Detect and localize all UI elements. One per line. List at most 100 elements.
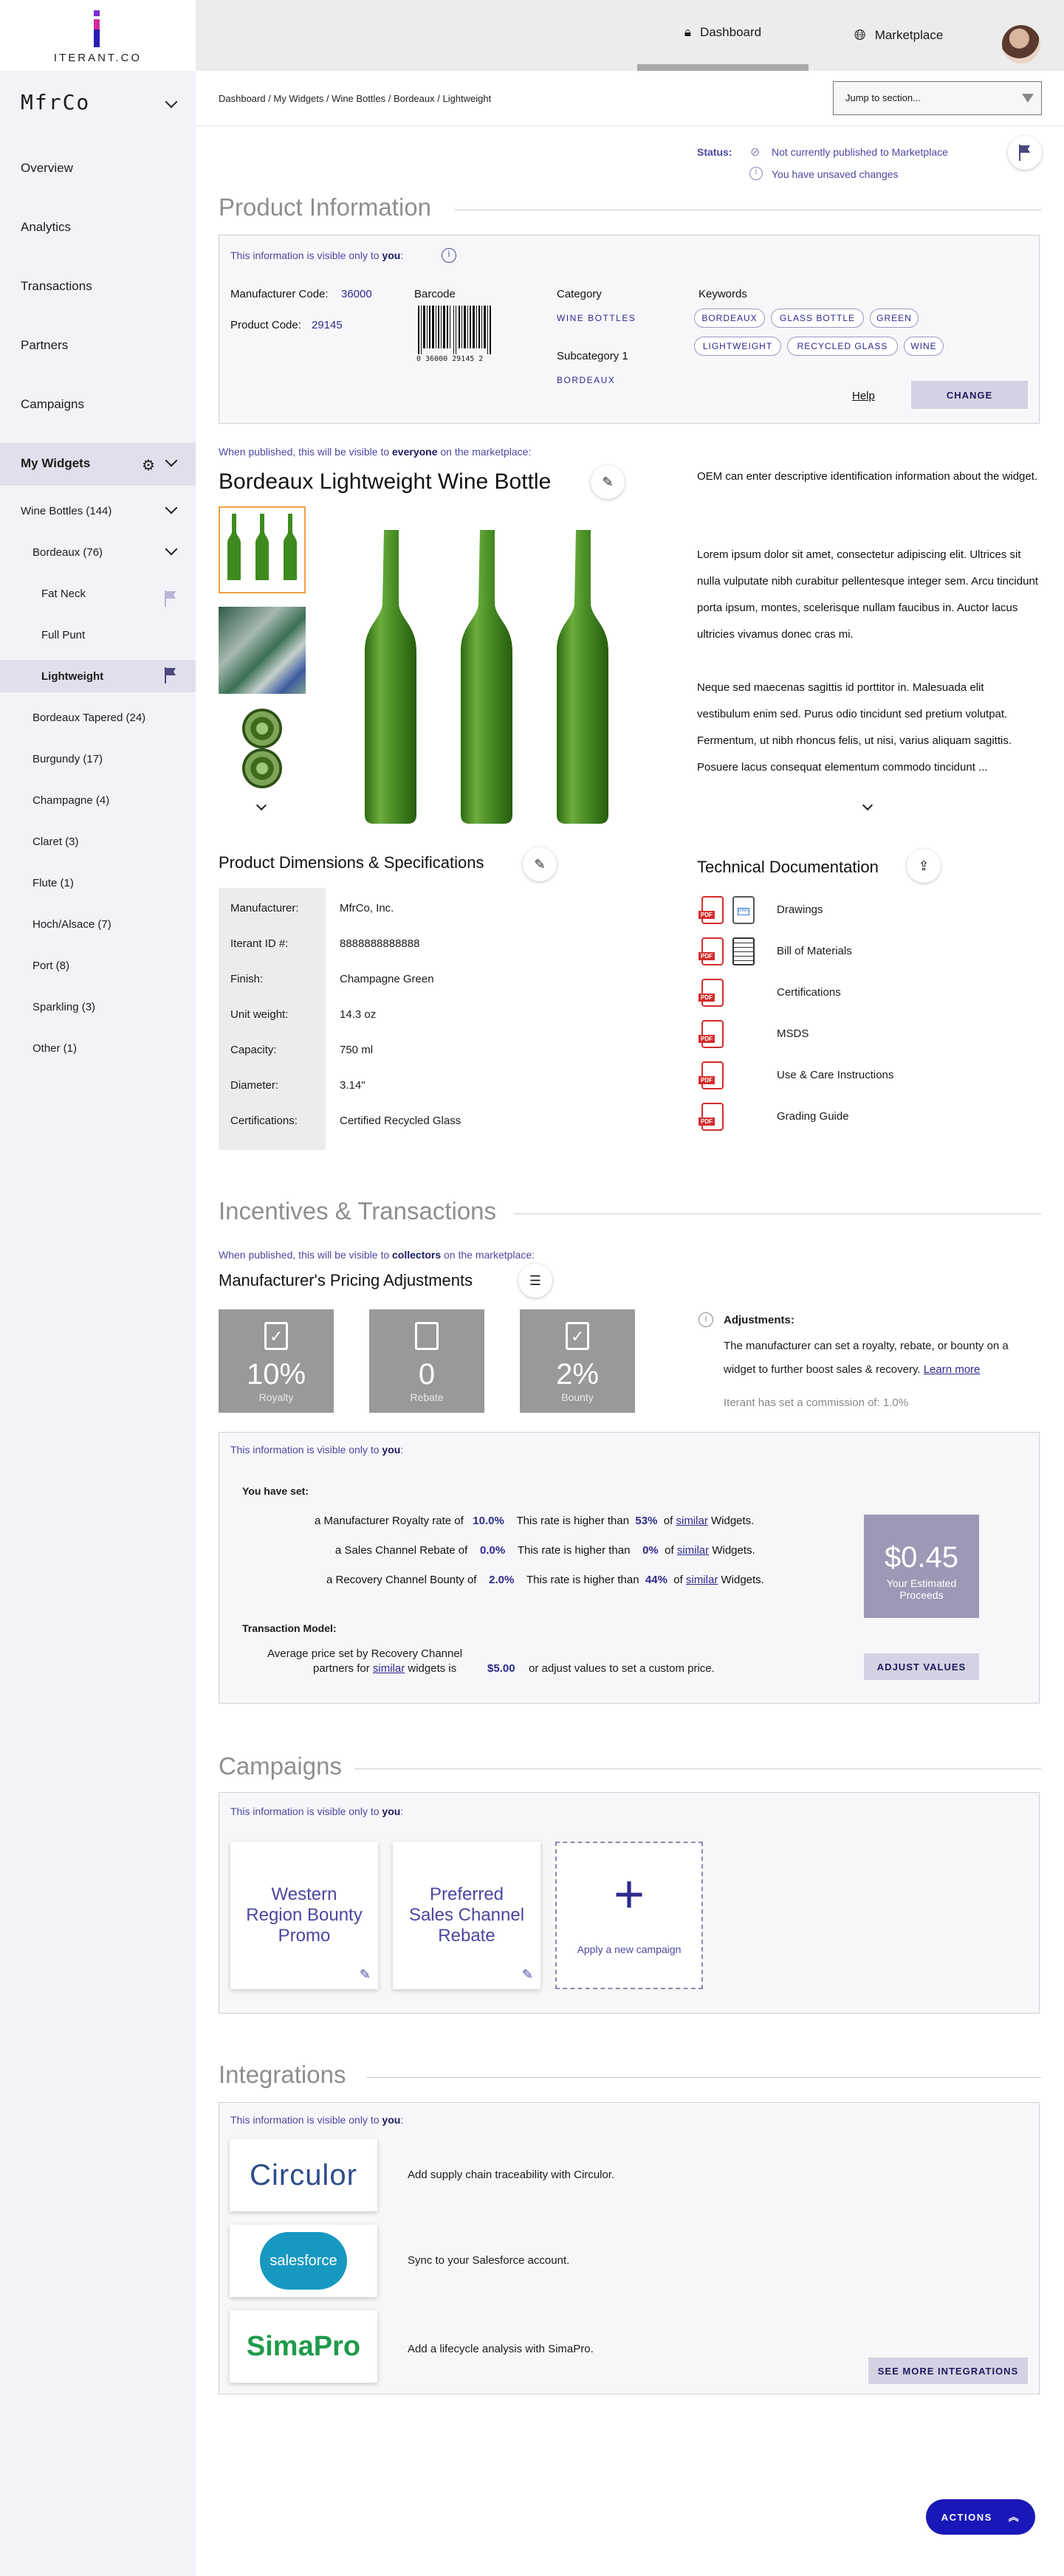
tab-dashboard[interactable]: 🔒︎ Dashboard bbox=[637, 0, 809, 71]
lock-icon: 🔒︎ bbox=[684, 24, 691, 39]
keyword-chip[interactable]: BORDEAUX bbox=[694, 309, 765, 328]
edit-specs-button[interactable]: ✎ bbox=[523, 847, 557, 881]
adjust-values-button[interactable]: ADJUST VALUES bbox=[864, 1653, 979, 1680]
nav-my-widgets[interactable]: My Widgets bbox=[21, 456, 90, 471]
similar-link[interactable]: similar bbox=[373, 1662, 405, 1675]
upload-docs-button[interactable]: ⇪ bbox=[907, 849, 941, 883]
doc-drawings[interactable]: Drawings bbox=[777, 903, 823, 916]
thumbnail-bottle-top[interactable] bbox=[242, 709, 282, 748]
learn-more-link[interactable]: Learn more bbox=[924, 1363, 981, 1376]
thumbnail-bottles[interactable] bbox=[219, 506, 306, 593]
tree-champagne[interactable]: Champagne (4) bbox=[32, 794, 109, 807]
doc-msds[interactable]: MSDS bbox=[777, 1027, 809, 1040]
help-link[interactable]: Help bbox=[852, 390, 875, 402]
section-title-product-information: Product Information bbox=[219, 193, 431, 221]
nav-overview[interactable]: Overview bbox=[21, 161, 73, 176]
flag-icon[interactable] bbox=[164, 667, 177, 683]
pencil-icon[interactable]: ✎ bbox=[360, 1964, 371, 1985]
keyword-chip[interactable]: RECYCLED GLASS bbox=[787, 337, 898, 356]
pdf-icon[interactable]: PDF bbox=[699, 1020, 724, 1048]
tree-port[interactable]: Port (8) bbox=[32, 960, 69, 972]
tree-sparkling[interactable]: Sparkling (3) bbox=[32, 1001, 95, 1013]
spec-label: Unit weight: bbox=[230, 1008, 289, 1021]
pdf-icon[interactable]: PDF bbox=[699, 896, 724, 924]
cad-file-icon[interactable]: DWG bbox=[732, 896, 755, 924]
company-name[interactable]: MfrCo bbox=[21, 90, 90, 114]
tree-fat-neck[interactable]: Fat Neck bbox=[41, 588, 86, 600]
tree-other[interactable]: Other (1) bbox=[32, 1042, 77, 1055]
tree-full-punt[interactable]: Full Punt bbox=[41, 629, 85, 641]
bounty-value: 2% bbox=[556, 1358, 599, 1391]
category-value: WINE BOTTLES bbox=[557, 313, 636, 323]
keyword-chip[interactable]: GLASS BOTTLE bbox=[771, 309, 864, 328]
thumbnail-crushed-glass[interactable] bbox=[219, 607, 306, 694]
adjustments-text: The manufacturer can set a royalty, reba… bbox=[724, 1340, 1009, 1376]
keyword-chip[interactable]: GREEN bbox=[870, 309, 919, 328]
visibility-note: This information is visible only to you: bbox=[230, 249, 404, 261]
similar-link[interactable]: similar bbox=[676, 1515, 707, 1527]
campaign-card[interactable]: Preferred Sales Channel Rebate ✎ bbox=[393, 1842, 540, 1989]
change-button[interactable]: CHANGE bbox=[911, 381, 1028, 409]
similar-link[interactable]: similar bbox=[686, 1574, 718, 1586]
similar-link[interactable]: similar bbox=[677, 1544, 709, 1557]
flag-icon bbox=[1019, 145, 1030, 161]
rebate-card[interactable]: 0 Rebate bbox=[369, 1309, 484, 1413]
chevron-down-icon[interactable] bbox=[255, 799, 267, 811]
tree-lightweight[interactable]: Lightweight bbox=[41, 670, 103, 683]
nav-partners[interactable]: Partners bbox=[21, 338, 68, 353]
keyword-chip[interactable]: WINE bbox=[904, 337, 944, 356]
tab-marketplace[interactable]: 🌐︎ Marketplace bbox=[813, 0, 984, 71]
pdf-icon[interactable]: PDF bbox=[699, 1103, 724, 1131]
logo[interactable]: ITERANT.CO bbox=[0, 0, 196, 71]
doc-use-care[interactable]: Use & Care Instructions bbox=[777, 1069, 893, 1081]
spreadsheet-icon[interactable] bbox=[732, 937, 755, 965]
tree-wine-bottles[interactable]: Wine Bottles (144) bbox=[21, 505, 111, 517]
nav-analytics[interactable]: Analytics bbox=[21, 220, 71, 235]
gear-icon[interactable]: ⚙ bbox=[142, 456, 155, 475]
bounty-card[interactable]: ✓ 2% Bounty bbox=[520, 1309, 635, 1413]
doc-certifications[interactable]: Certifications bbox=[777, 986, 841, 999]
avatar[interactable] bbox=[1002, 25, 1040, 63]
chevron-down-icon[interactable] bbox=[165, 543, 178, 556]
integration-simapro[interactable]: SimaPro bbox=[230, 2310, 377, 2383]
tree-flute[interactable]: Flute (1) bbox=[32, 877, 74, 889]
tree-bordeaux-tapered[interactable]: Bordeaux Tapered (24) bbox=[32, 712, 145, 724]
chevron-down-icon[interactable] bbox=[165, 95, 178, 109]
royalty-card[interactable]: ✓ 10% Royalty bbox=[219, 1309, 334, 1413]
you-have-set-label: You have set: bbox=[242, 1485, 309, 1497]
campaign-title: Western Region Bounty Promo bbox=[246, 1884, 363, 1946]
tree-claret[interactable]: Claret (3) bbox=[32, 836, 79, 848]
tree-bordeaux[interactable]: Bordeaux (76) bbox=[32, 546, 103, 559]
jump-to-section-select[interactable]: Jump to section... bbox=[833, 81, 1042, 115]
spec-label: Certifications: bbox=[230, 1115, 298, 1127]
model-line-1: Average price set by Recovery Channel bbox=[267, 1647, 463, 1660]
apply-new-campaign-card[interactable]: + Apply a new campaign bbox=[555, 1842, 703, 1989]
actions-button[interactable]: ACTIONS ︽ bbox=[926, 2499, 1035, 2535]
integration-circulor[interactable]: Circulor bbox=[230, 2139, 377, 2211]
tree-hoch-alsace[interactable]: Hoch/Alsace (7) bbox=[32, 918, 111, 931]
integration-salesforce[interactable]: salesforce bbox=[230, 2225, 377, 2297]
proceeds-label: Your Estimated Proceeds bbox=[886, 1577, 957, 1601]
keyword-chip[interactable]: LIGHTWEIGHT bbox=[694, 337, 781, 356]
campaign-card[interactable]: Western Region Bounty Promo ✎ bbox=[230, 1842, 378, 1989]
see-more-integrations-button[interactable]: SEE MORE INTEGRATIONS bbox=[868, 2358, 1028, 2384]
info-icon[interactable]: i bbox=[442, 248, 456, 263]
nav-transactions[interactable]: Transactions bbox=[21, 279, 92, 294]
chevron-down-icon[interactable] bbox=[165, 501, 178, 514]
pdf-icon[interactable]: PDF bbox=[699, 979, 724, 1007]
edit-title-button[interactable]: ✎ bbox=[591, 465, 625, 499]
doc-bill-of-materials[interactable]: Bill of Materials bbox=[777, 945, 852, 957]
breadcrumb[interactable]: Dashboard / My Widgets / Wine Bottles / … bbox=[219, 93, 491, 104]
average-price[interactable]: $5.00 bbox=[487, 1662, 515, 1675]
pdf-icon[interactable]: PDF bbox=[699, 937, 724, 965]
doc-grading-guide[interactable]: Grading Guide bbox=[777, 1110, 849, 1123]
thumbnail-bottle-bottom[interactable] bbox=[242, 748, 282, 788]
adjustments-settings-button[interactable]: ☰ bbox=[518, 1264, 552, 1298]
nav-campaigns[interactable]: Campaigns bbox=[21, 397, 84, 412]
tree-burgundy[interactable]: Burgundy (17) bbox=[32, 753, 103, 765]
chevron-down-icon[interactable] bbox=[862, 799, 873, 811]
flag-icon[interactable] bbox=[164, 590, 177, 607]
pdf-icon[interactable]: PDF bbox=[699, 1061, 724, 1089]
flag-button[interactable] bbox=[1008, 136, 1042, 170]
pencil-icon[interactable]: ✎ bbox=[522, 1964, 533, 1985]
